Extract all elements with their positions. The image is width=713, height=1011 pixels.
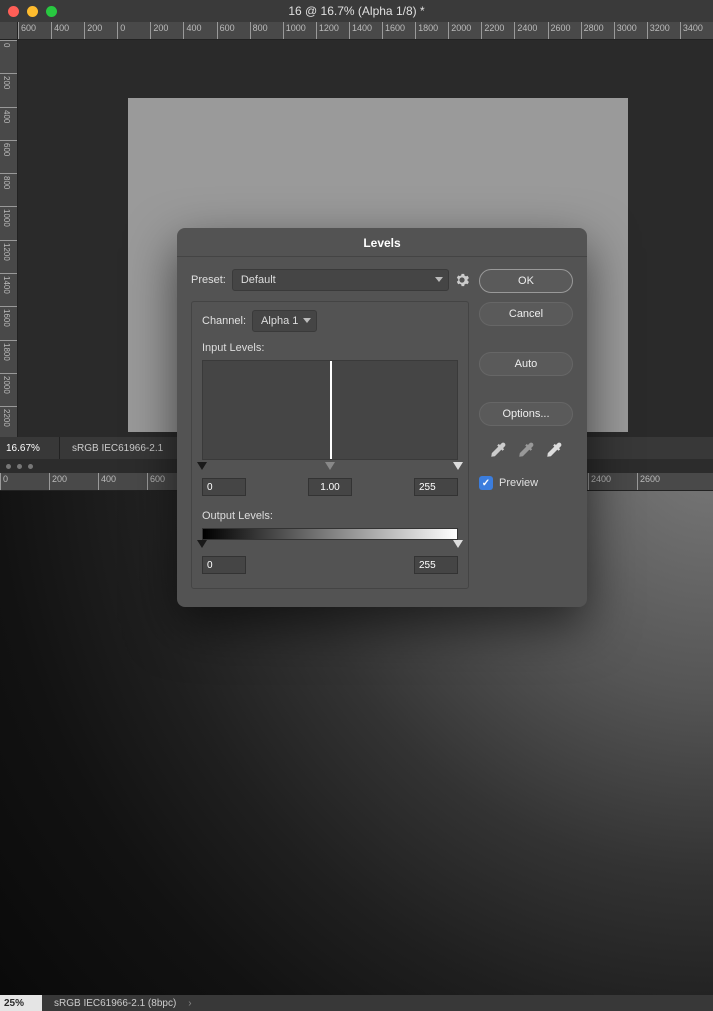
- chevron-down-icon: [435, 277, 443, 282]
- tab-dot[interactable]: [17, 464, 22, 469]
- histogram[interactable]: [202, 360, 458, 460]
- tab-dot[interactable]: [28, 464, 33, 469]
- white-eyedropper-icon[interactable]: [545, 441, 563, 459]
- preset-value: Default: [241, 274, 276, 286]
- gamma-handle[interactable]: [325, 462, 335, 470]
- traffic-lights: [8, 6, 57, 17]
- chevron-down-icon: [303, 318, 311, 323]
- histogram-peak: [330, 361, 332, 459]
- cancel-button[interactable]: Cancel: [479, 302, 573, 326]
- gray-eyedropper-icon[interactable]: [517, 441, 535, 459]
- zoom-field[interactable]: 25%: [0, 995, 42, 1011]
- eyedropper-row: [479, 441, 573, 459]
- white-point-handle[interactable]: [453, 462, 463, 470]
- input-levels-label: Input Levels:: [202, 342, 458, 354]
- ruler-horizontal[interactable]: 6004002000200400600800100012001400160018…: [18, 22, 713, 40]
- levels-fieldset: Channel: Alpha 1 Input Levels:: [191, 301, 469, 589]
- input-gamma-field[interactable]: [308, 478, 352, 496]
- output-slider[interactable]: [202, 540, 458, 552]
- zoom-field[interactable]: 16.67%: [0, 437, 60, 459]
- channel-label: Channel:: [202, 315, 246, 327]
- output-levels-label: Output Levels:: [202, 510, 458, 522]
- status-bar: 25% sRGB IEC61966-2.1 (8bpc) ›: [0, 995, 713, 1011]
- preset-label: Preset:: [191, 274, 226, 286]
- fullscreen-window-button[interactable]: [46, 6, 57, 17]
- minimize-window-button[interactable]: [27, 6, 38, 17]
- preview-checkbox[interactable]: ✓: [479, 476, 493, 490]
- preview-label: Preview: [499, 477, 538, 489]
- preset-select[interactable]: Default: [232, 269, 449, 291]
- ok-button[interactable]: OK: [479, 269, 573, 293]
- chevron-right-icon[interactable]: ›: [188, 998, 191, 1009]
- output-gradient[interactable]: [202, 528, 458, 540]
- channel-value: Alpha 1: [261, 315, 298, 327]
- color-profile-label[interactable]: sRGB IEC61966-2.1 (8bpc): [42, 998, 188, 1009]
- black-point-handle[interactable]: [197, 462, 207, 470]
- dialog-title: Levels: [177, 228, 587, 257]
- auto-button[interactable]: Auto: [479, 352, 573, 376]
- input-white-field[interactable]: [414, 478, 458, 496]
- channel-select[interactable]: Alpha 1: [252, 310, 317, 332]
- tab-dot[interactable]: [6, 464, 11, 469]
- options-button[interactable]: Options...: [479, 402, 573, 426]
- close-window-button[interactable]: [8, 6, 19, 17]
- window-title: 16 @ 16.7% (Alpha 1/8) *: [0, 4, 713, 18]
- output-black-field[interactable]: [202, 556, 246, 574]
- input-black-field[interactable]: [202, 478, 246, 496]
- input-slider[interactable]: [202, 462, 458, 474]
- ruler-vertical[interactable]: 0200400600800100012001400160018002000220…: [0, 40, 18, 437]
- levels-dialog: Levels Preset: Default Channel: Alpha 1: [177, 228, 587, 607]
- titlebar: 16 @ 16.7% (Alpha 1/8) *: [0, 0, 713, 22]
- gear-icon[interactable]: [455, 273, 469, 287]
- black-eyedropper-icon[interactable]: [489, 441, 507, 459]
- color-profile-label[interactable]: sRGB IEC61966-2.1: [60, 443, 175, 454]
- ruler-corner: [0, 22, 18, 40]
- output-white-field[interactable]: [414, 556, 458, 574]
- output-black-handle[interactable]: [197, 540, 207, 548]
- output-white-handle[interactable]: [453, 540, 463, 548]
